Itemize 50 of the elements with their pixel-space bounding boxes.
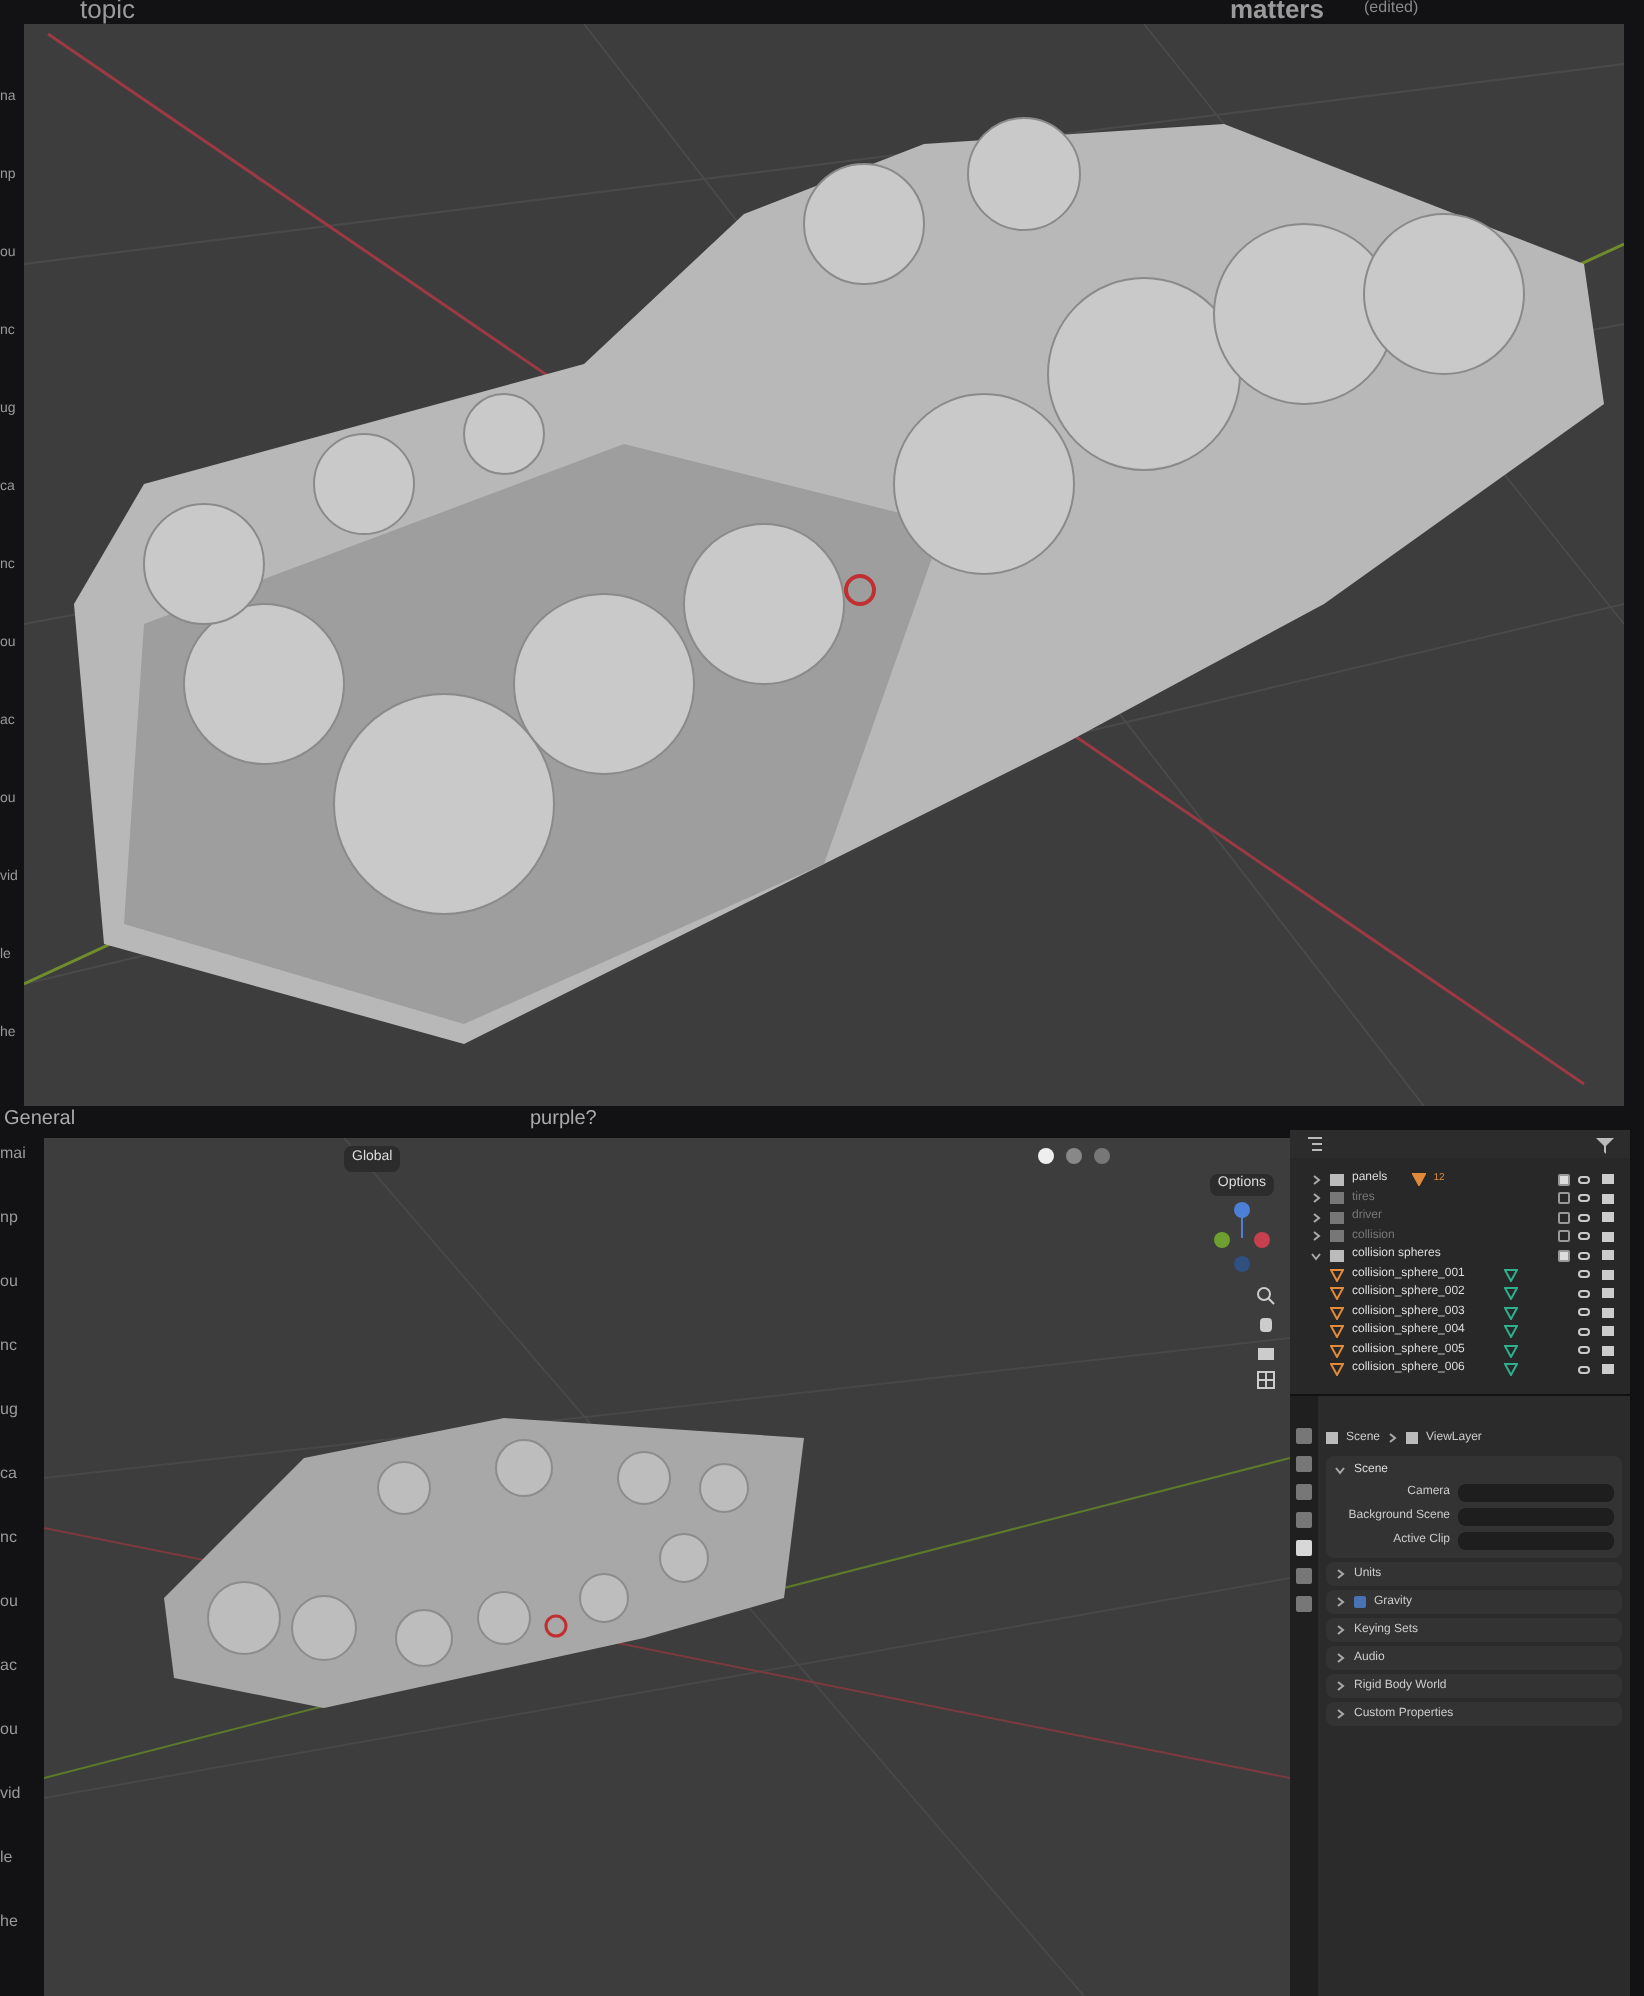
expand-caret-icon[interactable]	[1310, 1230, 1322, 1243]
chat-text-fragment: ca	[0, 1464, 19, 1484]
chat-text-fragment: matters	[1230, 0, 1324, 28]
chat-text-fragment: ou	[0, 1720, 20, 1740]
exclude-checkbox[interactable]	[1558, 1230, 1570, 1243]
chat-text-fragment: ug	[0, 1400, 20, 1420]
expand-caret-icon[interactable]	[1310, 1249, 1322, 1262]
filter-icon[interactable]	[1596, 1135, 1614, 1153]
exclude-checkbox[interactable]	[1558, 1192, 1570, 1205]
chat-text-fragment: vid	[0, 1784, 23, 1804]
chat-text-fragment: General	[4, 1108, 76, 1132]
chat-text-fragment: nc	[0, 1528, 19, 1548]
scene-icon	[1406, 1432, 1419, 1444]
display-mode-icon[interactable]	[1306, 1135, 1326, 1153]
expand-caret-icon[interactable]	[1334, 1464, 1346, 1476]
chat-text-fragment: le	[0, 1848, 15, 1868]
chat-text-fragment: np	[0, 1208, 20, 1228]
chat-text-fragment: (edited)	[1364, 0, 1419, 20]
expand-caret-icon[interactable]	[1310, 1211, 1322, 1224]
expand-caret-icon[interactable]	[1334, 1708, 1346, 1720]
chat-text-fragment: ou	[0, 1272, 20, 1292]
expand-caret-icon[interactable]	[1310, 1192, 1322, 1205]
exclude-checkbox[interactable]	[1558, 1173, 1570, 1186]
exclude-checkbox[interactable]	[1558, 1211, 1570, 1224]
expand-caret-icon[interactable]	[1334, 1680, 1346, 1692]
mesh-icon	[1411, 1172, 1426, 1187]
exclude-checkbox[interactable]	[1558, 1249, 1570, 1262]
grid-icon[interactable]	[1256, 1370, 1276, 1390]
shading-rendered-icon[interactable]	[1092, 1146, 1112, 1166]
3d-cursor-icon	[844, 574, 876, 606]
hand-icon[interactable]	[1256, 1314, 1276, 1334]
shading-material-icon[interactable]	[1064, 1146, 1084, 1166]
shading-solid-icon[interactable]	[1036, 1146, 1056, 1166]
chat-text-fragment: ou	[0, 1592, 20, 1612]
chat-text-fragment: mai	[0, 1144, 28, 1164]
expand-caret-icon[interactable]	[1334, 1624, 1346, 1636]
chevron-icon	[1388, 1432, 1399, 1444]
3d-cursor-icon	[544, 1614, 568, 1638]
camera-icon[interactable]	[1256, 1342, 1276, 1362]
chat-text-fragment: he	[0, 1912, 20, 1932]
scene-icon	[1326, 1432, 1338, 1444]
expand-caret-icon[interactable]	[1334, 1596, 1346, 1608]
expand-caret-icon[interactable]	[1334, 1652, 1346, 1664]
chat-text-fragment: purple?	[530, 1108, 597, 1132]
checkbox[interactable]	[1354, 1596, 1366, 1608]
expand-caret-icon[interactable]	[1334, 1568, 1346, 1580]
zoom-icon[interactable]	[1256, 1286, 1276, 1306]
expand-caret-icon[interactable]	[1310, 1173, 1322, 1186]
chat-text-fragment: ac	[0, 1656, 19, 1676]
chat-text-fragment: nc	[0, 1336, 19, 1356]
